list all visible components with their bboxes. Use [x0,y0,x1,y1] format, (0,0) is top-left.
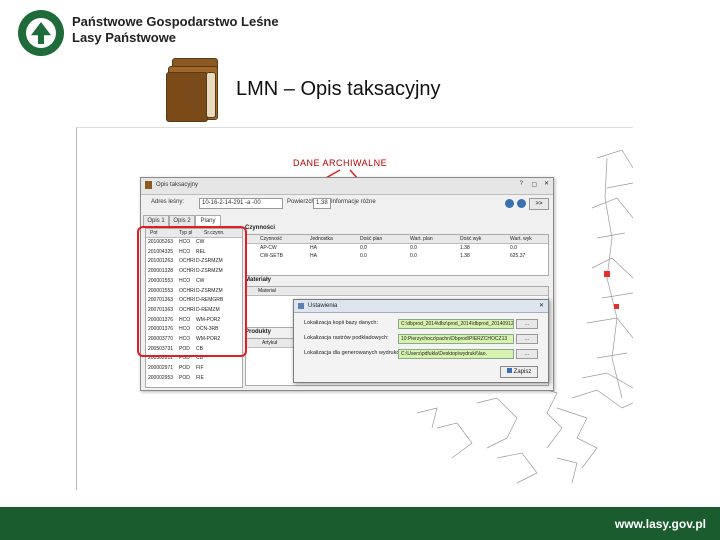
next-button[interactable]: >> [529,198,549,210]
dialog-title: Ustawienia [308,303,338,309]
table-cell: AP-CW [260,245,277,251]
dialog-path-field[interactable]: 10:Pierzychocz\pachn\Dbprod\PIERZCHOCZ13 [398,334,514,344]
table-cell: POD [179,374,190,381]
table-cell: 0.0 [360,245,367,251]
table-cell: CW-SETB [260,253,283,259]
table-cell: 1.38 [460,245,470,251]
activities-section-title: Czynności [245,225,276,231]
table-cell: 0.0 [410,245,417,251]
col-header: Czynność [260,236,282,242]
table-row[interactable]: 200002971 POD FIF [146,365,242,374]
col-header: Dość wyk [460,236,482,242]
dialog-field-label: Lokalizacja rastrów podkładowych: [304,335,389,341]
table-cell: FIF [196,365,204,372]
table-row[interactable]: AP-CW HA 0.0 0.0 1.38 0.0 [246,245,548,253]
table-cell: 0.0 [510,245,517,251]
table-cell: HA [310,253,317,259]
app-icon [145,181,152,189]
col-header: Wart. plan [410,236,433,242]
dialog-field-label: Lokalizacja dla generowanych wydruków: [304,350,405,356]
table-row[interactable]: 200002953 POD FIE [146,375,242,384]
settings-icon [298,303,304,309]
save-icon [506,368,512,373]
activities-table-header: Czynność Jednostka Dość plan Wart. plan Dość… [246,235,548,244]
save-button[interactable]: Zapisz [500,366,538,378]
info-icon[interactable] [517,199,526,208]
info-label[interactable]: Informacje różne [331,199,376,205]
table-cell: 625.37 [510,253,526,259]
dialog-field-label: Lokalizacja kopii bazy danych: [304,320,378,326]
table-row[interactable]: CW-SETB HA 0.0 0.0 1.38 625.37 [246,253,548,261]
save-label: Zapisz [513,369,532,375]
search-icon[interactable] [505,199,514,208]
col-header: Materiał [258,288,276,294]
table-cell: 200002953 [148,374,174,381]
archive-highlight-box [137,226,247,357]
dialog-path-field[interactable]: C:\Users\pdfukla\Desktop\wydruki\\lao. [398,349,514,359]
dialog-titlebar: Ustawienia ✕ [294,300,548,313]
table-cell: 200002971 [148,365,174,372]
col-header: Jednostka [310,236,333,242]
table-cell: HA [310,245,317,251]
address-field[interactable]: 10-16-2-14-291 -a -00 [199,198,283,209]
address-label: Adres leśny: [151,199,185,205]
table-cell: FIE [196,374,204,381]
col-header: Dość plan [360,236,383,242]
col-header: Artykuł [262,340,278,346]
activities-table: Czynność Jednostka Dość plan Wart. plan Dość… [245,234,549,276]
col-header: Wart. wyk [510,236,532,242]
help-icon[interactable]: ? [520,181,523,187]
close-icon[interactable]: ✕ [539,300,544,312]
table-cell: 0.0 [410,253,417,259]
settings-dialog: Ustawienia ✕ Lokalizacja kopii bazy dany… [293,299,549,383]
dialog-path-field[interactable]: C:\dbprod_2014\dbz\prod_2014\dbprod_2014… [398,319,514,329]
footer-bar [0,507,720,540]
materials-section-title: Materiały [245,277,272,283]
window-titlebar: Opis taksacyjny ? ▢ ✕ [141,178,553,195]
close-icon[interactable]: ✕ [544,180,549,187]
browse-folder-button[interactable]: ... [516,334,538,344]
browse-folder-button[interactable]: ... [516,319,538,329]
area-field[interactable]: 1.38 [313,198,331,209]
materials-table-header: Materiał [246,287,548,296]
footer-url[interactable]: www.lasy.gov.pl [615,517,706,531]
table-cell: 1.38 [460,253,470,259]
table-cell: POD [179,365,190,372]
window-title: Opis taksacyjny [156,182,199,188]
maximize-icon[interactable]: ▢ [531,181,537,188]
table-cell: 0.0 [360,253,367,259]
products-section-title: Produkty [245,329,272,335]
browse-folder-button[interactable]: ... [516,349,538,359]
